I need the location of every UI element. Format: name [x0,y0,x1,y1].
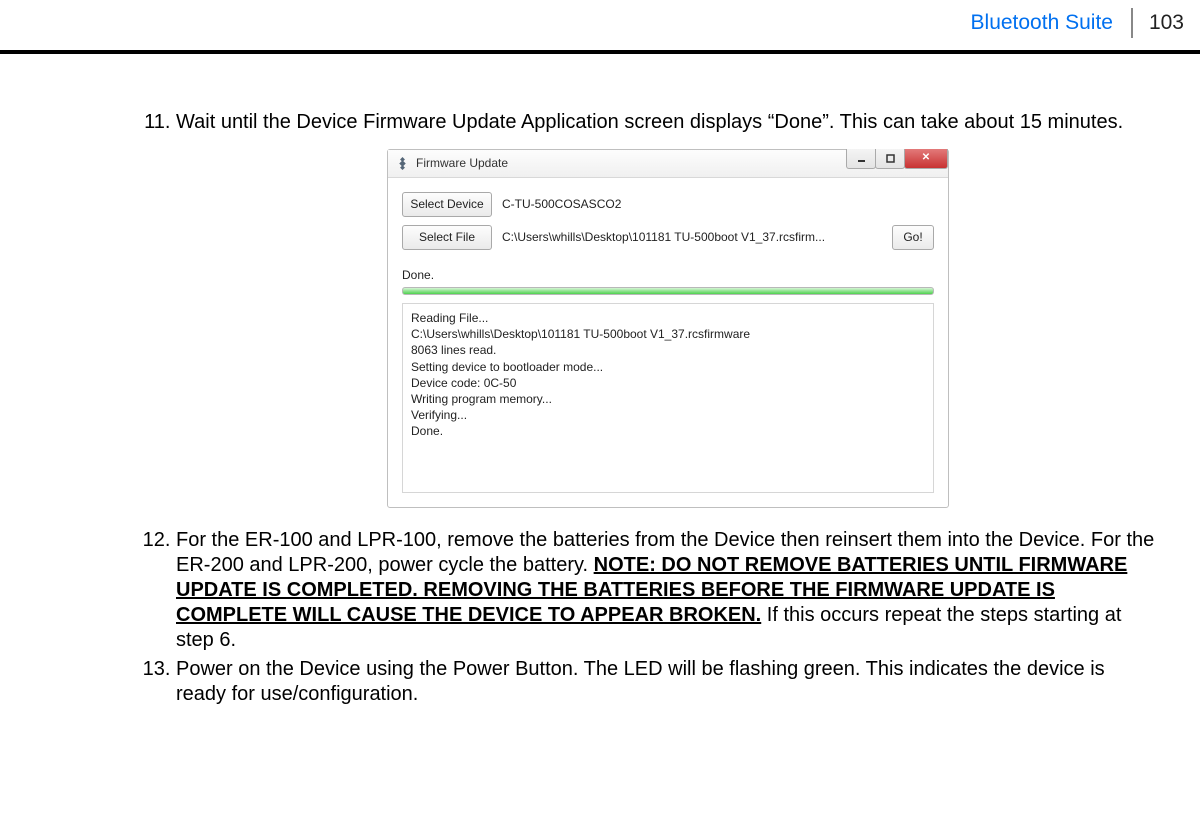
window-title: Firmware Update [416,156,508,171]
minimize-button[interactable] [846,149,876,169]
page-number: 103 [1133,11,1200,35]
page-content: Wait until the Device Firmware Update Ap… [0,54,1200,707]
maximize-icon [886,154,895,163]
step-12: For the ER-100 and LPR-100, remove the b… [176,528,1160,653]
device-value: C-TU-500COSASCO2 [502,197,934,212]
window-body: Select Device C-TU-500COSASCO2 Select Fi… [388,178,948,507]
log-line: 8063 lines read. [411,342,925,358]
log-line: Done. [411,423,925,439]
go-button[interactable]: Go! [892,225,934,250]
firmware-update-window: Firmware Update ✕ [387,149,949,508]
window-controls: ✕ [847,149,948,169]
step-13-text: Power on the Device using the Power Butt… [176,658,1105,705]
status-text: Done. [402,268,934,283]
progress-bar [402,287,934,295]
step-11: Wait until the Device Firmware Update Ap… [176,110,1160,508]
window-titlebar: Firmware Update ✕ [388,150,948,178]
instruction-list: Wait until the Device Firmware Update Ap… [96,110,1160,707]
log-line: Reading File... [411,310,925,326]
log-line: Verifying... [411,407,925,423]
app-icon [396,157,410,171]
header-right-group: Bluetooth Suite 103 [971,8,1200,38]
page-header: Bluetooth Suite 103 [0,0,1200,54]
file-value: C:\Users\whills\Desktop\101181 TU-500boo… [502,230,882,245]
log-output: Reading File... C:\Users\whills\Desktop\… [402,303,934,493]
step-13: Power on the Device using the Power Butt… [176,657,1160,707]
select-file-row: Select File C:\Users\whills\Desktop\1011… [402,225,934,250]
maximize-button[interactable] [875,149,905,169]
log-line: Writing program memory... [411,391,925,407]
close-icon: ✕ [922,152,930,165]
minimize-icon [857,154,866,163]
log-line: C:\Users\whills\Desktop\101181 TU-500boo… [411,326,925,342]
select-device-button[interactable]: Select Device [402,192,492,217]
select-device-row: Select Device C-TU-500COSASCO2 [402,192,934,217]
log-line: Setting device to bootloader mode... [411,359,925,375]
step-11-text: Wait until the Device Firmware Update Ap… [176,111,1123,133]
header-section-title: Bluetooth Suite [971,11,1131,35]
close-button[interactable]: ✕ [904,149,948,169]
log-line: Device code: 0C-50 [411,375,925,391]
select-file-button[interactable]: Select File [402,225,492,250]
